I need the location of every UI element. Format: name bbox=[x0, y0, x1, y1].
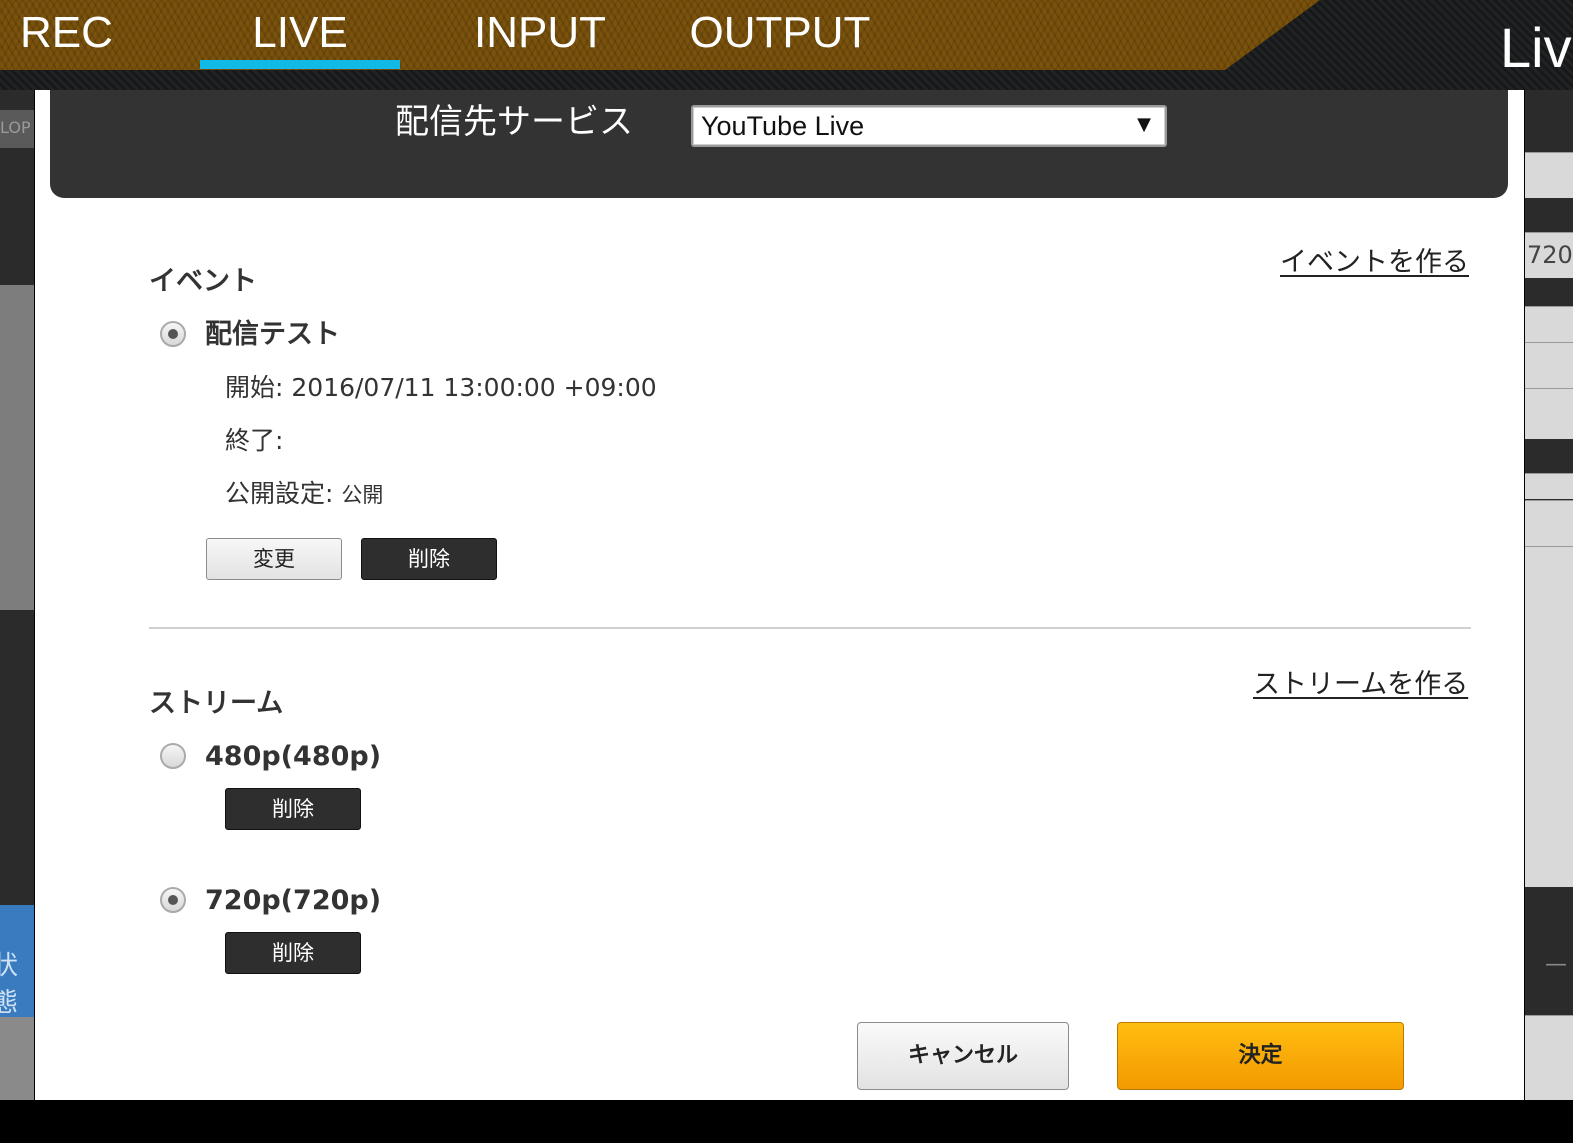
tab-output[interactable]: OUTPUT bbox=[680, 8, 880, 58]
stream-title-480p: 480p(480p) bbox=[205, 741, 382, 772]
background-right-panel: 720p — bbox=[1525, 90, 1573, 1101]
top-navigation-bar: REC LIVE INPUT OUTPUT Liv bbox=[0, 0, 1573, 90]
background-block bbox=[1525, 306, 1573, 342]
stream-radio-720p[interactable] bbox=[160, 887, 186, 913]
create-stream-link[interactable]: ストリームを作る bbox=[1253, 668, 1468, 702]
event-start-row: 開始: 2016/07/11 13:00:00 +09:00 bbox=[225, 372, 657, 404]
event-start-value: 2016/07/11 13:00:00 +09:00 bbox=[291, 373, 657, 402]
event-delete-button[interactable]: 削除 bbox=[361, 538, 497, 580]
event-start-label: 開始: bbox=[225, 373, 284, 402]
service-selector-panel: 配信先サービス YouTube Live ▼ bbox=[50, 90, 1508, 198]
event-title: 配信テスト bbox=[205, 319, 340, 350]
service-label: 配信先サービス bbox=[395, 102, 633, 142]
background-right-dash: — bbox=[1545, 952, 1567, 977]
background-block bbox=[1525, 546, 1573, 887]
event-visibility-row: 公開設定: 公開 bbox=[225, 478, 383, 511]
live-settings-dialog: 配信先サービス YouTube Live ▼ イベント イベントを作る 配信テス… bbox=[35, 90, 1524, 1100]
active-tab-indicator bbox=[200, 60, 400, 69]
cancel-button[interactable]: キャンセル bbox=[857, 1022, 1069, 1090]
event-end-label: 終了: bbox=[225, 426, 284, 455]
background-block bbox=[1525, 152, 1573, 198]
stream-radio-480p[interactable] bbox=[160, 743, 186, 769]
radio-selected-dot bbox=[168, 895, 178, 905]
background-block: LOP bbox=[0, 110, 34, 148]
background-block bbox=[1525, 1015, 1573, 1101]
create-event-link[interactable]: イベントを作る bbox=[1280, 246, 1469, 280]
background-right-label: 720p bbox=[1527, 241, 1573, 269]
tab-live[interactable]: LIVE bbox=[200, 8, 400, 58]
tab-rec[interactable]: REC bbox=[20, 8, 113, 58]
stream-section-title: ストリーム bbox=[149, 688, 284, 719]
event-visibility-label: 公開設定: bbox=[225, 479, 334, 508]
background-block: 720p bbox=[1525, 232, 1573, 278]
service-select[interactable]: YouTube Live ▼ bbox=[691, 105, 1167, 147]
brand-logo-text: Liv bbox=[1500, 16, 1572, 79]
event-change-button[interactable]: 変更 bbox=[206, 538, 342, 580]
radio-selected-dot bbox=[168, 329, 178, 339]
stream-480p-delete-button[interactable]: 削除 bbox=[225, 788, 361, 830]
background-block bbox=[0, 285, 34, 610]
bottom-black-bar bbox=[0, 1100, 1573, 1143]
section-divider bbox=[149, 627, 1471, 629]
service-select-value: YouTube Live bbox=[701, 111, 865, 141]
background-block bbox=[1525, 500, 1573, 546]
background-left-panel: LOP 状態 bbox=[0, 90, 34, 1100]
background-status-label: 状態 bbox=[0, 951, 19, 1018]
background-left-top-label: LOP bbox=[0, 118, 31, 137]
tab-input[interactable]: INPUT bbox=[440, 8, 640, 58]
tab-strip-background bbox=[0, 0, 1320, 70]
confirm-button[interactable]: 決定 bbox=[1117, 1022, 1404, 1090]
background-status-block: 状態 bbox=[0, 905, 34, 1018]
event-visibility-value: 公開 bbox=[341, 483, 384, 507]
stream-720p-delete-button[interactable]: 削除 bbox=[225, 932, 361, 974]
background-block bbox=[0, 1017, 34, 1100]
background-block bbox=[1525, 388, 1573, 439]
background-block bbox=[1525, 473, 1573, 499]
dropdown-arrow-icon: ▼ bbox=[1137, 114, 1151, 135]
event-section-title: イベント bbox=[149, 266, 257, 297]
event-end-row: 終了: bbox=[225, 425, 283, 457]
background-block bbox=[1525, 342, 1573, 388]
event-radio[interactable] bbox=[160, 321, 186, 347]
stream-title-720p: 720p(720p) bbox=[205, 885, 382, 916]
